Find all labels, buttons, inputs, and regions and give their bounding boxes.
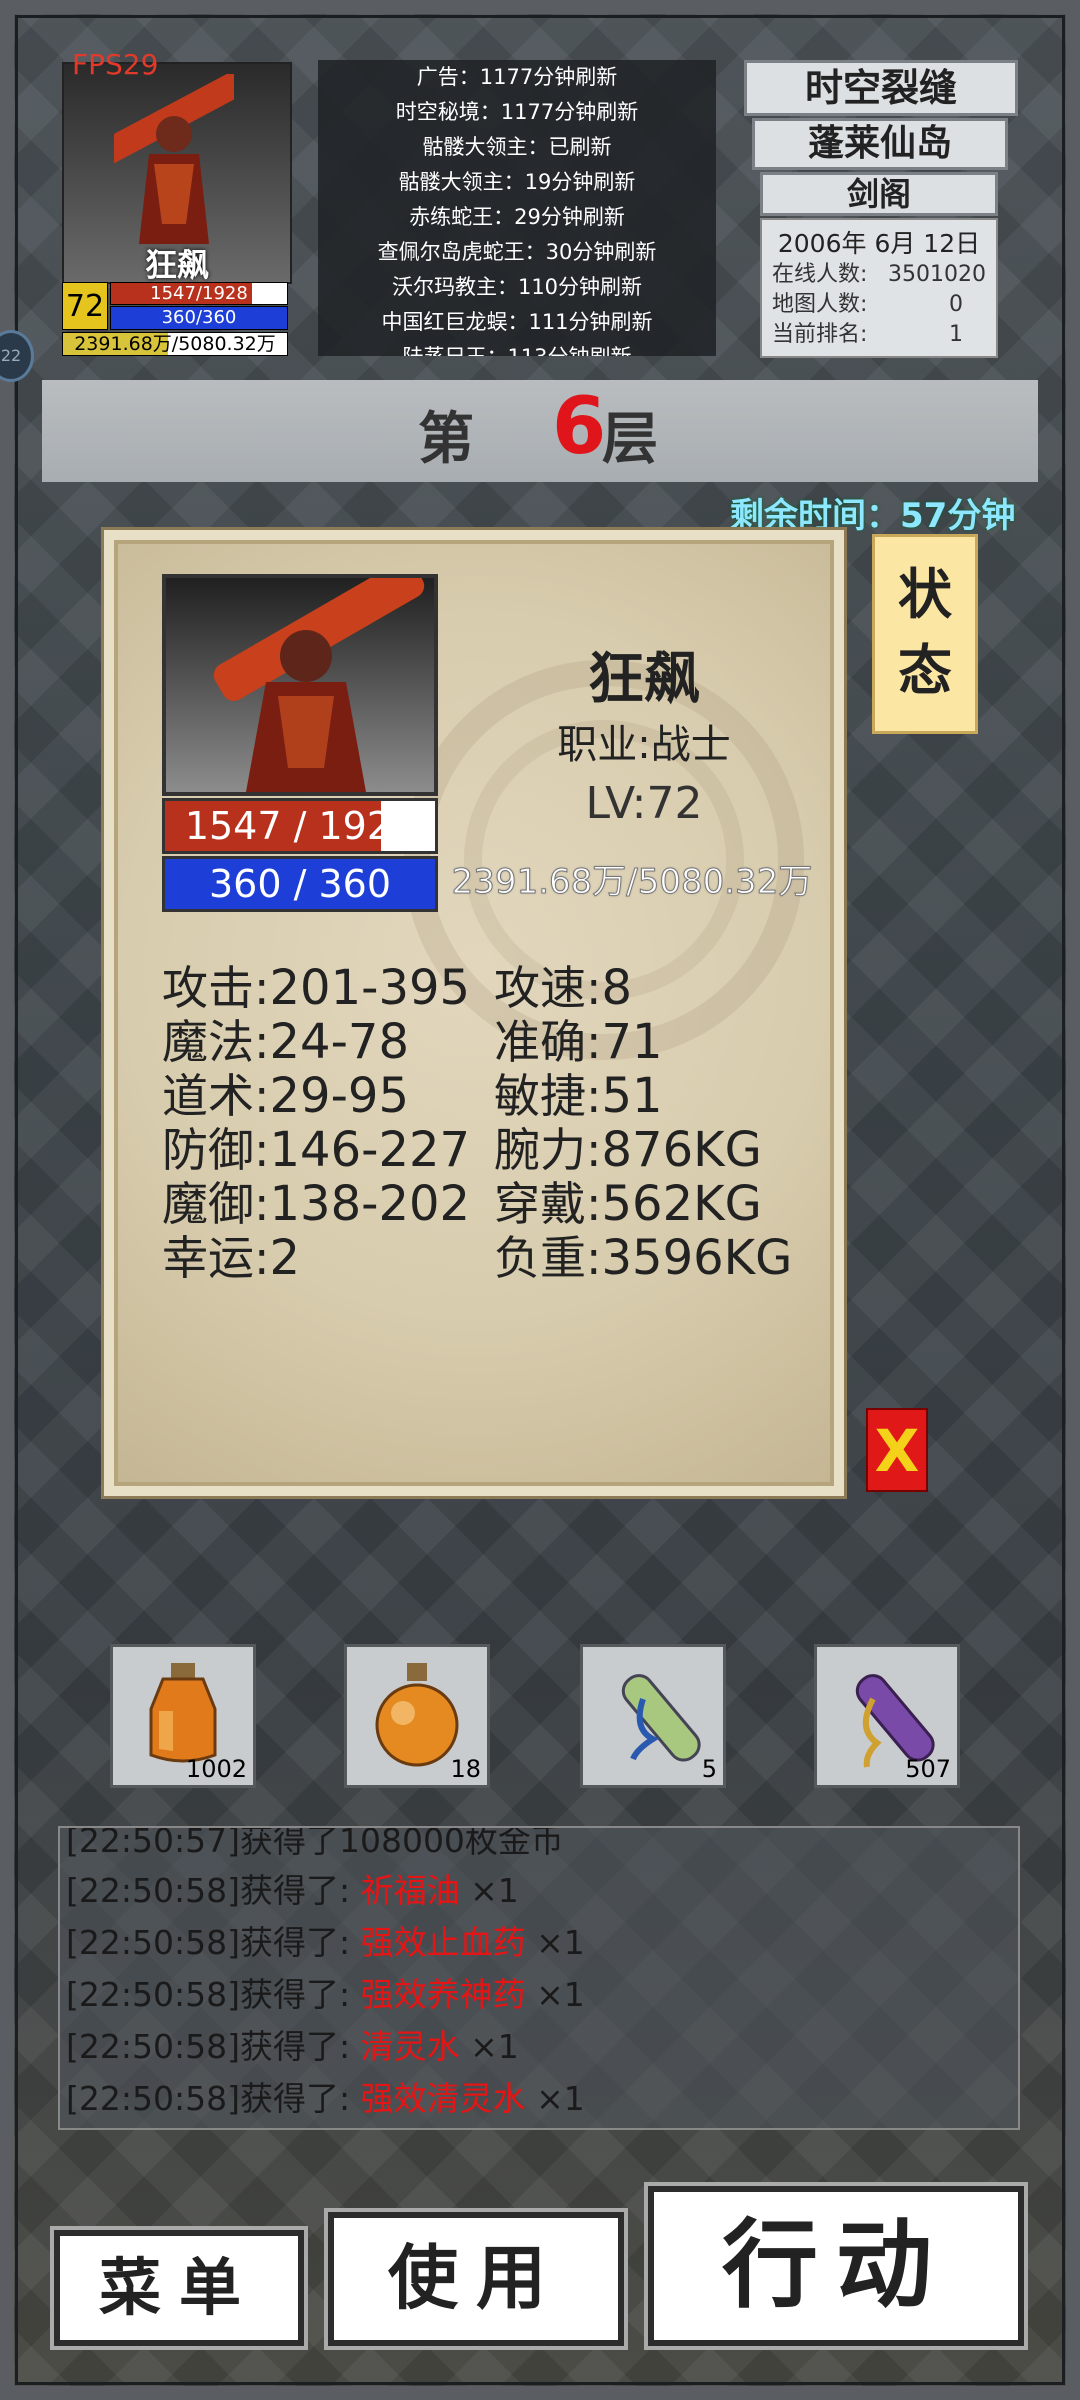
penglai-island-button[interactable]: 蓬莱仙岛 xyxy=(752,118,1008,170)
hud-portrait[interactable]: 狂飙 xyxy=(62,62,292,284)
quick-item-3[interactable]: 5 xyxy=(580,1644,726,1788)
item-count: 1002 xyxy=(185,1755,247,1783)
notice-line: 赤练蛇王：29分钟刷新 xyxy=(409,205,625,229)
character-status-panel: 1547 / 1928 360 / 360 狂飙 职业:战士 LV:72 239… xyxy=(104,530,844,1496)
map-count-value: 0 xyxy=(949,292,963,317)
character-mp-bar: 360 / 360 xyxy=(162,856,438,912)
notice-line: 沃尔玛教主：110分钟刷新 xyxy=(391,275,643,299)
server-info-box: 2006年 6月 12日 在线人数: 3501020 地图人数: 0 当前排名: 1 xyxy=(760,218,998,358)
hud-mini-stats: 72 1547/1928 360/360 2391.68万/5080.32万 xyxy=(62,282,288,356)
notice-line: 骷髅大领主：已刷新 xyxy=(422,135,612,159)
notice-line: 查佩尔岛虎蛇王：30分钟刷新 xyxy=(377,240,657,264)
floor-suffix: 层 xyxy=(602,407,658,472)
character-exp: 2391.68万/5080.32万 xyxy=(451,862,813,903)
hud-mp-bar: 360/360 xyxy=(110,306,288,330)
log-line: [22:50:58]获得了: 强效清灵水 ×1 xyxy=(66,2079,585,2118)
lv-label: LV: xyxy=(585,778,647,829)
rift-button[interactable]: 时空裂缝 xyxy=(744,60,1018,116)
item-count: 18 xyxy=(450,1755,481,1783)
hud-exp-text: 2391.68万/5080.32万 xyxy=(74,333,276,355)
log-line: [22:50:58]获得了: 清灵水 ×1 xyxy=(66,2027,519,2066)
quick-item-1[interactable]: 1002 xyxy=(110,1644,256,1788)
round-orange-potion-icon xyxy=(375,1663,459,1767)
character-hp-bar: 1547 / 1928 xyxy=(162,798,438,854)
online-label: 在线人数: xyxy=(772,262,868,287)
fps-counter: FPS29 xyxy=(72,48,159,81)
use-button[interactable]: 使用 xyxy=(328,2212,624,2346)
floor-banner: 第 6 层 xyxy=(42,380,1038,482)
character-mp-text: 360 / 360 xyxy=(208,862,392,906)
character-name: 狂飙 xyxy=(588,647,700,712)
quick-item-4[interactable]: 507 xyxy=(814,1644,960,1788)
hud-level: 72 xyxy=(62,282,108,330)
loot-log[interactable]: [22:50:57]获得了108000枚金币 [22:50:58]获得了: 祈福… xyxy=(58,1826,1020,2130)
game-date: 2006年 6月 12日 xyxy=(777,229,981,258)
notice-line: 时空秘境：1177分钟刷新 xyxy=(395,100,639,124)
status-button[interactable]: 状 态 xyxy=(872,534,978,734)
notice-line: 陆蒸兄王：113分钟刷新 xyxy=(318,340,716,356)
status-label-2: 态 xyxy=(898,639,952,702)
notice-line: 中国红巨龙蜈：111分钟刷新 xyxy=(381,310,653,334)
close-panel-button[interactable]: X xyxy=(866,1408,928,1492)
action-button[interactable]: 行动 xyxy=(648,2186,1024,2346)
character-hp-text: 1547 / 1928 xyxy=(184,804,416,848)
character-level: LV:72 xyxy=(514,778,774,829)
floor-number: 6 xyxy=(552,382,607,472)
orange-potion-bottle-icon xyxy=(149,1663,217,1763)
item-count: 507 xyxy=(905,1755,951,1783)
online-value: 3501020 xyxy=(888,262,986,287)
floor-prefix: 第 xyxy=(418,407,474,472)
log-line: [22:50:58]获得了: 祈福油 ×1 xyxy=(66,1871,519,1910)
notice-line: 广告：1177分钟刷新 xyxy=(416,65,618,89)
hud-name: 狂飙 xyxy=(144,246,209,284)
log-line: [22:50:58]获得了: 强效养神药 ×1 xyxy=(66,1975,585,2014)
boss-refresh-list[interactable]: 广告：1177分钟刷新 时空秘境：1177分钟刷新 骷髅大领主：已刷新 骷髅大领… xyxy=(318,60,716,356)
status-label-1: 状 xyxy=(898,563,952,626)
lv-value: 72 xyxy=(646,778,703,829)
rank-value: 1 xyxy=(949,322,963,347)
rank-label: 当前排名: xyxy=(772,322,868,347)
warrior-portrait-icon xyxy=(213,560,425,792)
notice-line: 骷髅大领主：19分钟刷新 xyxy=(398,170,636,194)
log-line: [22:50:58]获得了: 强效止血药 ×1 xyxy=(66,1923,585,1962)
hud-exp-bar: 2391.68万/5080.32万 xyxy=(62,332,288,356)
green-scroll-icon xyxy=(621,1674,701,1762)
hud-hp-bar: 1547/1928 xyxy=(110,282,288,305)
character-job: 职业:战士 xyxy=(557,722,731,768)
menu-button[interactable]: 菜单 xyxy=(54,2230,304,2346)
stat-luck: 幸运:2 xyxy=(162,1230,301,1286)
hud-mp-text: 360/360 xyxy=(161,307,237,328)
map-count-label: 地图人数: xyxy=(772,292,868,317)
warrior-figure-icon xyxy=(114,74,234,244)
hud-hp-text: 1547/1928 xyxy=(150,283,248,304)
stat-carry-weight: 负重:3596KG xyxy=(494,1230,793,1286)
item-count: 5 xyxy=(701,1755,717,1783)
jiange-button[interactable]: 剑阁 xyxy=(760,172,998,216)
quick-item-2[interactable]: 18 xyxy=(344,1644,490,1788)
character-avatar xyxy=(162,560,438,796)
log-line: [22:50:57]获得了108000枚金币 xyxy=(66,1826,564,1860)
